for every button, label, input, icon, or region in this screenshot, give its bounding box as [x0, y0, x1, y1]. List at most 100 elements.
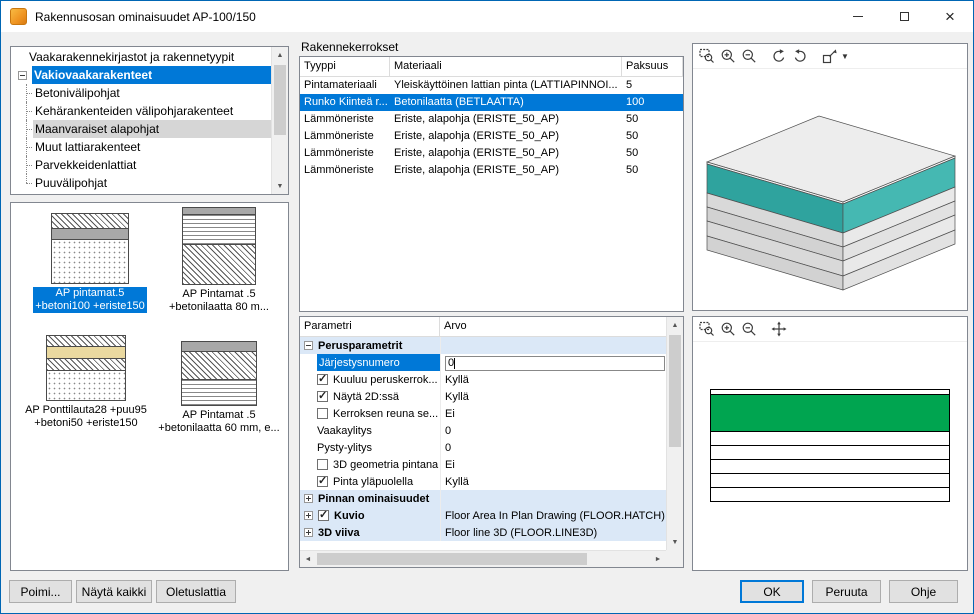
zoom-window-icon[interactable] [696, 319, 717, 340]
column-header-arvo[interactable]: Arvo [440, 317, 471, 336]
jarjestysnumero-input[interactable]: 0 [445, 356, 665, 371]
tree-item-muut-lattiarakenteet[interactable]: Muut lattiarakenteet [11, 138, 271, 156]
ohje-button[interactable]: Ohje [889, 580, 958, 603]
close-button[interactable]: × [927, 1, 973, 32]
section-layer [710, 459, 950, 474]
tree-item-betonivalipohjat[interactable]: Betonivälipohjat [11, 84, 271, 102]
gallery-item-ap-pintamat-betonilaatta80[interactable]: AP Pintamat .5 +betonilaatta 80 m... [157, 207, 281, 314]
param-group-3d-viiva[interactable]: 3D viiva Floor line 3D (FLOOR.LINE3D) [300, 524, 666, 541]
nayta-kaikki-button[interactable]: Näytä kaikki [76, 580, 152, 603]
scrollbar-thumb[interactable] [317, 553, 587, 565]
column-header-paksuus[interactable]: Paksuus [622, 57, 683, 76]
chevron-down-icon[interactable]: ▼ [841, 52, 849, 61]
tree-item-vakiovaakarakenteet[interactable]: Vakiovaakarakenteet [11, 66, 271, 84]
tree-item-keharankenteiden[interactable]: Kehärankenteiden välipohjarakenteet [11, 102, 271, 120]
preview-3d-panel: ▼ [692, 43, 968, 311]
expand-icon[interactable] [304, 528, 313, 537]
poimi-button[interactable]: Poimi... [9, 580, 72, 603]
zoom-window-icon[interactable] [696, 46, 717, 67]
param-group-perusparametrit[interactable]: Perusparametrit [300, 337, 666, 354]
parameters-vertical-scrollbar[interactable]: ▲ ▼ [666, 317, 683, 550]
layer-row[interactable]: Lämmöneriste Eriste, alapohja (ERISTE_50… [300, 111, 683, 128]
zoom-in-icon[interactable] [717, 319, 738, 340]
param-row-nayta-2d[interactable]: Näytä 2D:ssä Kyllä [300, 388, 666, 405]
checkbox-checked-icon[interactable] [317, 476, 328, 487]
minimize-button[interactable] [835, 1, 881, 32]
checkbox-checked-icon[interactable] [318, 510, 329, 521]
structure-thumbnail [51, 213, 129, 284]
zoom-in-icon[interactable] [717, 46, 738, 67]
expand-icon[interactable] [304, 494, 313, 503]
param-row-kerroksen-reuna[interactable]: Kerroksen reuna se... Ei [300, 405, 666, 422]
scroll-right-icon[interactable]: ► [650, 551, 666, 567]
column-header-parametri[interactable]: Parametri [300, 317, 440, 336]
parameters-table-header: Parametri Arvo [300, 317, 666, 337]
collapse-icon[interactable] [304, 341, 313, 350]
layer-row[interactable]: Lämmöneriste Eriste, alapohja (ERISTE_50… [300, 162, 683, 179]
pan-icon[interactable] [768, 319, 789, 340]
parameters-table: Parametri Arvo Perusparametrit Järjestys… [299, 316, 684, 568]
gallery-item-label: AP pintamat.5 +betoni100 +eriste150 [33, 287, 146, 313]
layers-table-header: Tyyppi Materiaali Paksuus [300, 57, 683, 77]
tree-branch-line [21, 102, 33, 120]
section-layer [710, 487, 950, 502]
tree-item-puuvalipohjat[interactable]: Puuvälipohjat [11, 174, 271, 192]
layers-table: Tyyppi Materiaali Paksuus Pintamateriaal… [299, 56, 684, 312]
scrollbar-thumb[interactable] [669, 335, 681, 447]
param-row-vaakaylitys[interactable]: Vaakaylitys 0 [300, 422, 666, 439]
scrollbar-thumb[interactable] [274, 65, 286, 135]
scroll-up-icon[interactable]: ▲ [272, 47, 288, 63]
slab-3d-preview[interactable] [693, 70, 969, 312]
tree-branch-line [21, 138, 33, 156]
tree-item-maanvaraiset-alapohjat[interactable]: Maanvaraiset alapohjat [11, 120, 271, 138]
scroll-down-icon[interactable]: ▼ [667, 534, 683, 550]
scroll-left-icon[interactable]: ◄ [300, 551, 316, 567]
column-header-tyyppi[interactable]: Tyyppi [300, 57, 390, 76]
title-bar[interactable]: Rakennusosan ominaisuudet AP-100/150 × [1, 1, 973, 32]
scrollbar-corner [666, 550, 683, 567]
dialog-window: Rakennusosan ominaisuudet AP-100/150 × V… [0, 0, 974, 614]
param-row-kuuluu-peruskerrokseen[interactable]: Kuuluu peruskerrok... Kyllä [300, 371, 666, 388]
checkbox-unchecked-icon[interactable] [317, 408, 328, 419]
zoom-out-icon[interactable] [738, 319, 759, 340]
layer-row[interactable]: Pintamateriaali Yleiskäyttöinen lattian … [300, 77, 683, 94]
column-header-materiaali[interactable]: Materiaali [390, 57, 622, 76]
preview-2d-panel [692, 316, 968, 571]
param-row-pysty-ylitys[interactable]: Pysty-ylitys 0 [300, 439, 666, 456]
param-row-3d-geometria[interactable]: 3D geometria pintana Ei [300, 456, 666, 473]
structure-type-gallery: AP pintamat.5 +betoni100 +eriste150 AP P… [10, 202, 289, 571]
checkbox-checked-icon[interactable] [317, 374, 328, 385]
tree-vertical-scrollbar[interactable]: ▲ ▼ [271, 47, 288, 194]
layer-row[interactable]: Lämmöneriste Eriste, alapohja (ERISTE_50… [300, 145, 683, 162]
ok-button[interactable]: OK [740, 580, 804, 603]
rotate-cw-icon[interactable] [789, 46, 810, 67]
param-group-pinnan-ominaisuudet[interactable]: Pinnan ominaisuudet [300, 490, 666, 507]
rotate-ccw-icon[interactable] [768, 46, 789, 67]
tree-item-parvekkeidenlattiat[interactable]: Parvekkeidenlattiat [11, 156, 271, 174]
structure-thumbnail [182, 207, 256, 285]
maximize-button[interactable] [881, 1, 927, 32]
param-group-kuvio[interactable]: Kuvio Floor Area In Plan Drawing (FLOOR.… [300, 507, 666, 524]
gallery-item-ap-pintamat-betoni100[interactable]: AP pintamat.5 +betoni100 +eriste150 [29, 213, 151, 313]
param-row-jarjestysnumero[interactable]: Järjestysnumero 0 [300, 354, 666, 371]
parameters-horizontal-scrollbar[interactable]: ◄ ► [300, 550, 666, 567]
oletuslattia-button[interactable]: Oletuslattia [156, 580, 236, 603]
peruuta-button[interactable]: Peruuta [812, 580, 881, 603]
param-row-pinta-ylapuolella[interactable]: Pinta yläpuolella Kyllä [300, 473, 666, 490]
tree-collapse-icon[interactable] [18, 71, 27, 80]
section-layer [710, 445, 950, 460]
section-2d-preview[interactable] [710, 389, 950, 502]
zoom-out-icon[interactable] [738, 46, 759, 67]
scroll-up-icon[interactable]: ▲ [667, 317, 683, 333]
scroll-down-icon[interactable]: ▼ [272, 178, 288, 194]
section-layer [710, 473, 950, 488]
gallery-item-ap-ponttilauta[interactable]: AP Ponttilauta28 +puu95 +betoni50 +erist… [19, 335, 153, 430]
checkbox-checked-icon[interactable] [317, 391, 328, 402]
expand-icon[interactable] [304, 511, 313, 520]
tree-item-library-root[interactable]: Vaakarakennekirjastot ja rakennetyypit [11, 48, 271, 66]
layer-row[interactable]: Lämmöneriste Eriste, alapohja (ERISTE_50… [300, 128, 683, 145]
view-preset-icon[interactable] [819, 46, 840, 67]
checkbox-unchecked-icon[interactable] [317, 459, 328, 470]
gallery-item-ap-pintamat-betonilaatta60[interactable]: AP Pintamat .5 +betonilaatta 60 mm, e... [155, 341, 283, 435]
layer-row-selected[interactable]: Runko Kiinteä r... Betonilaatta (BETLAAT… [300, 94, 683, 111]
